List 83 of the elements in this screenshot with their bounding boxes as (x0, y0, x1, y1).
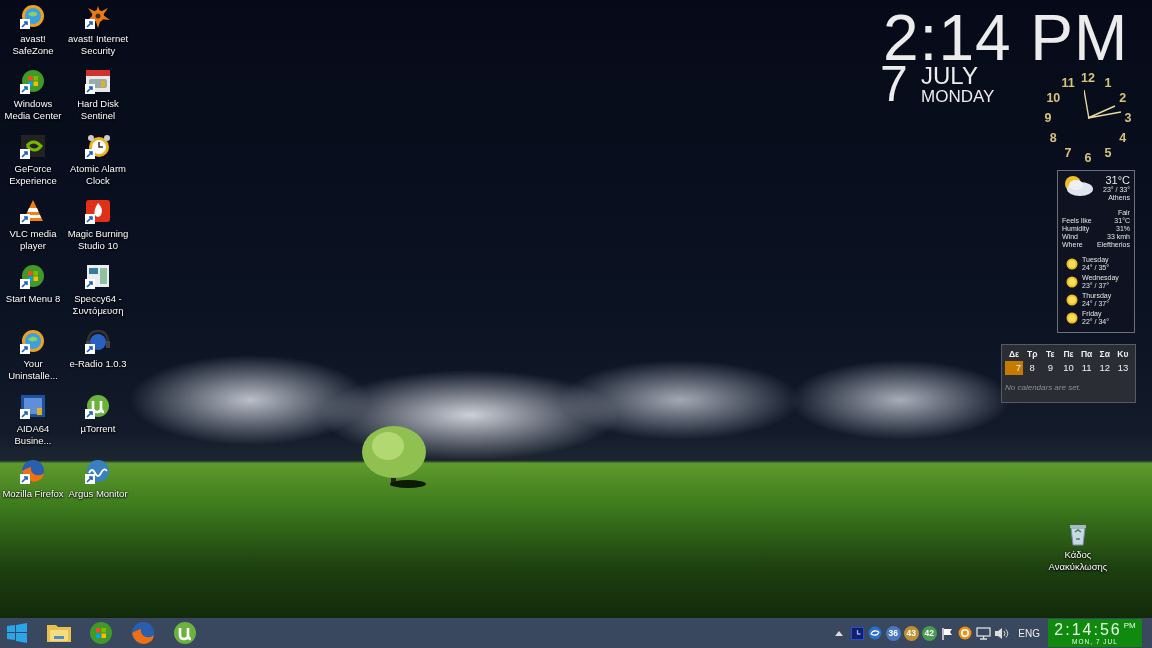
clock-numeral: 8 (1049, 131, 1057, 145)
desktop-shortcut[interactable]: VLC media player (0, 199, 66, 252)
monitor-icon[interactable] (975, 626, 991, 640)
alarm-clock-icon (84, 134, 112, 160)
chip-icon (19, 134, 47, 160)
orb-icon (87, 621, 115, 645)
desktop-shortcut[interactable]: Mozilla Firefox (0, 459, 66, 500)
weekday-label: Κυ (1116, 348, 1130, 361)
desktop-shortcut[interactable]: Windows Media Center (0, 69, 66, 122)
weekday-label: Σα (1098, 348, 1111, 361)
clock-numeral: 3 (1124, 111, 1132, 125)
wave-icon (84, 459, 112, 485)
calendar-day[interactable]: 10 (1059, 361, 1078, 375)
desktop-shortcut[interactable]: Argus Monitor (65, 459, 131, 500)
calendar-day[interactable]: 8 (1023, 361, 1042, 375)
desktop-shortcut[interactable]: AIDA64 Busine... (0, 394, 66, 447)
calendar-day[interactable]: 11 (1077, 361, 1096, 375)
desktop-shortcut[interactable]: Κάδος Ανακύκλωσης (1045, 522, 1111, 573)
clock-weekday: MONDAY (921, 88, 995, 106)
sun-icon (1066, 276, 1078, 288)
windows-logo-icon (6, 622, 28, 644)
desktop-shortcut[interactable]: Atomic Alarm Clock (65, 134, 131, 187)
clock-numeral: 7 (1064, 146, 1072, 160)
letter-circle-icon (84, 394, 112, 420)
fox-globe-icon (19, 459, 47, 485)
tile-icon (19, 394, 47, 420)
orb-icon (19, 264, 47, 290)
clock-icon[interactable] (850, 626, 864, 640)
clock-numeral: 11 (1061, 76, 1075, 90)
language-indicator[interactable]: ENG (1018, 625, 1040, 641)
temperature-tray-icon[interactable]: 36 (885, 625, 901, 641)
clock-numeral: 2 (1119, 91, 1127, 105)
sun-icon (1066, 294, 1078, 306)
desktop-shortcut[interactable]: Hard Disk Sentinel (65, 69, 131, 122)
weekday-label: Τε (1045, 348, 1056, 361)
caret-icon[interactable] (835, 630, 844, 636)
globe-icon (19, 4, 47, 30)
clock-numeral: 1 (1104, 76, 1112, 90)
fox-globe-icon (129, 621, 157, 645)
cloud-sun-icon (1062, 174, 1094, 198)
clock-time: 2:14:56 (1054, 620, 1122, 638)
recycle-bin-icon (1067, 522, 1089, 546)
orb-icon (19, 69, 47, 95)
letter-circle-icon (171, 621, 199, 645)
globe-icon (19, 329, 47, 355)
desktop-shortcut[interactable]: Start Menu 8 (0, 264, 66, 305)
headphones-icon (84, 329, 112, 355)
clock-numeral: 6 (1084, 151, 1092, 165)
ring-icon[interactable] (958, 626, 973, 640)
flag-icon[interactable] (940, 626, 954, 640)
sync-icon[interactable] (868, 626, 883, 640)
desktop-shortcut[interactable]: avast! Internet Security (65, 4, 131, 57)
weekday-label: Πα (1079, 348, 1094, 361)
desktop-shortcut[interactable]: Speccy64 - Συντόμευση (65, 264, 131, 317)
sun-icon (1066, 312, 1078, 324)
clock-ampm: PM (1123, 620, 1136, 630)
speaker-icon[interactable] (993, 626, 1009, 640)
clock-numeral: 10 (1046, 91, 1061, 105)
desktop-shortcut[interactable]: GeForce Experience (0, 134, 66, 187)
flame-icon (84, 199, 112, 225)
clock-numeral: 5 (1104, 146, 1112, 160)
weekday-label: Τρ (1026, 348, 1039, 361)
weekday-label: Δε (1008, 348, 1021, 361)
desktop-shortcut[interactable]: µTorrent (65, 394, 131, 435)
clock-numeral: 9 (1044, 111, 1052, 125)
desktop-shortcut[interactable]: Your Uninstalle... (0, 329, 66, 382)
weather-temperature: 31°C (1104, 174, 1130, 186)
folder-icon (46, 622, 72, 644)
calendar-day[interactable]: 13 (1113, 361, 1132, 375)
clock-numeral: 12 (1081, 71, 1095, 85)
calendar-day[interactable]: 12 (1095, 361, 1114, 375)
desktop-shortcut[interactable]: e-Radio 1.0.3 (65, 329, 131, 370)
sun-icon (1066, 258, 1078, 270)
clock-hands-icon (1084, 90, 1124, 122)
desktop-shortcut[interactable]: avast! SafeZone (0, 4, 66, 57)
calendar-day[interactable]: 9 (1041, 361, 1060, 375)
clock-numeral: 4 (1119, 131, 1127, 145)
clock-month: JULY (921, 64, 978, 88)
desktop-shortcut[interactable]: Magic Burning Studio 10 (65, 199, 131, 252)
calendar-note: No calendars are set. (1005, 382, 1083, 394)
window-icon (84, 264, 112, 290)
weekday-label: Πε (1062, 348, 1075, 361)
splat-icon (84, 4, 112, 30)
